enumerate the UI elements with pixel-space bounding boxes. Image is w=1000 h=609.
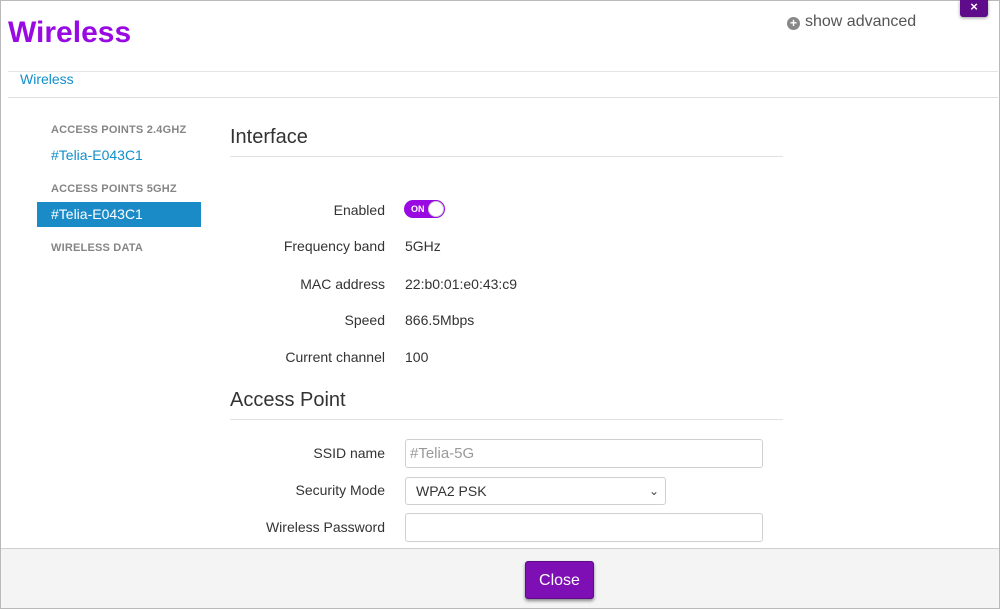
enabled-label: Enabled (333, 202, 385, 218)
sidebar-item-24ghz[interactable]: #Telia-E043C1 (51, 147, 143, 163)
password-label: Wireless Password (265, 519, 385, 535)
mac-value: 22:b0:01:e0:43:c9 (405, 276, 518, 292)
sidebar-item-5ghz[interactable]: #Telia-E043C1 (37, 202, 201, 227)
ssid-input[interactable] (405, 439, 763, 468)
sidebar-heading-wireless-data[interactable]: WIRELESS DATA (51, 242, 143, 254)
page-title: Wireless (8, 16, 132, 49)
speed-label: Speed (344, 312, 385, 328)
show-advanced-link[interactable]: + show advanced (787, 13, 916, 31)
security-mode-value: WPA2 PSK (416, 483, 487, 499)
modal-footer (1, 548, 999, 608)
close-icon[interactable]: × (960, 0, 988, 17)
security-mode-select[interactable]: WPA2 PSK ⌄ (405, 477, 666, 505)
enabled-toggle[interactable]: ON (404, 200, 445, 218)
frequency-label: Frequency band (283, 238, 385, 254)
interface-title: Interface (230, 126, 308, 148)
frequency-value: 5GHz (405, 238, 441, 254)
access-point-title: Access Point (230, 389, 346, 411)
chevron-down-icon: ⌄ (648, 484, 659, 498)
password-input[interactable] (405, 513, 763, 542)
toggle-on-text: ON (411, 204, 425, 214)
security-label: Security Mode (295, 482, 385, 498)
sidebar-heading-5ghz: ACCESS POINTS 5GHZ (51, 183, 177, 195)
speed-value: 866.5Mbps (405, 312, 475, 328)
breadcrumb[interactable]: Wireless (20, 72, 74, 86)
plus-circle-icon: + (787, 16, 800, 30)
close-button[interactable]: Close (525, 561, 594, 599)
channel-label: Current channel (285, 349, 385, 365)
toggle-knob (428, 201, 444, 217)
ssid-label: SSID name (313, 445, 385, 461)
interface-divider (230, 156, 783, 157)
access-point-divider (230, 419, 783, 420)
sidebar-heading-24ghz: ACCESS POINTS 2.4GHZ (51, 124, 187, 136)
mac-label: MAC address (300, 276, 385, 292)
channel-value: 100 (405, 349, 429, 365)
show-advanced-label: show advanced (805, 13, 917, 30)
breadcrumb-bar: Wireless (8, 71, 998, 98)
